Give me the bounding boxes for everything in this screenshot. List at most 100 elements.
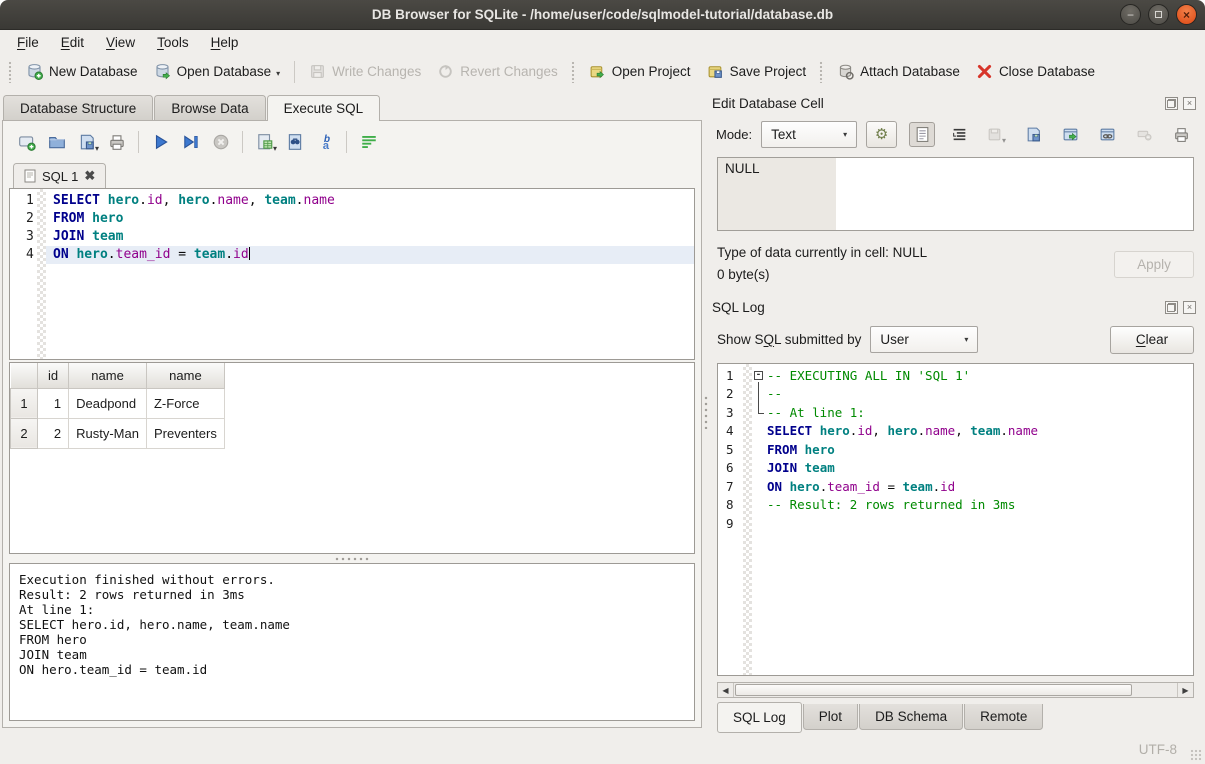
tab-remote[interactable]: Remote (964, 704, 1043, 730)
float-panel-icon[interactable] (1165, 97, 1178, 110)
attach-database-button[interactable]: Attach Database (830, 59, 967, 84)
toolbar-drag-handle[interactable] (8, 61, 13, 83)
cell-team-name[interactable]: Z-Force (146, 388, 224, 418)
find-icon[interactable] (281, 130, 308, 155)
save-data-icon[interactable] (1020, 122, 1046, 147)
execution-message-box[interactable]: Execution finished without errors. Resul… (9, 563, 695, 721)
float-panel-icon[interactable] (1165, 301, 1178, 314)
execute-current-line-icon[interactable] (177, 130, 204, 155)
cell-id[interactable]: 2 (38, 418, 69, 448)
cell-value-editor[interactable]: NULL (717, 157, 1194, 231)
execute-all-icon[interactable] (147, 130, 174, 155)
message-line: ON hero.team_id = team.id (19, 662, 685, 677)
attach-database-icon (837, 63, 854, 80)
minimize-icon[interactable]: − (1120, 4, 1141, 25)
write-changes-icon (309, 63, 326, 80)
editor-code[interactable]: SELECT hero.id, hero.name, team.name FRO… (46, 189, 694, 359)
code-line: FROM hero (46, 210, 694, 228)
toolbar-separator (242, 131, 243, 153)
edit-cell-dock-header: Edit Database Cell × (712, 93, 1196, 113)
tab-db-schema[interactable]: DB Schema (859, 704, 963, 730)
word-wrap-icon[interactable] (355, 130, 382, 155)
tab-plot[interactable]: Plot (803, 704, 858, 730)
print-cell-icon[interactable] (1168, 122, 1194, 147)
close-panel-icon[interactable]: × (1183, 97, 1196, 110)
clear-button[interactable]: Clear (1110, 326, 1194, 354)
scroll-left-icon[interactable]: ◀ (718, 683, 734, 697)
open-database-button[interactable]: Open Database ▾ (147, 59, 288, 84)
horizontal-scrollbar[interactable]: ◀ ▶ (717, 682, 1194, 698)
sql-editor[interactable]: 1 2 3 4 SELECT hero.id, hero.name, team.… (9, 188, 695, 360)
row-header[interactable]: 2 (11, 418, 38, 448)
sql-log-view[interactable]: 1 2 3 4 5 6 7 8 9 --- EXECUTING ALL IN '… (717, 363, 1194, 676)
new-database-button[interactable]: New Database (19, 59, 145, 84)
horizontal-splitter[interactable] (9, 554, 695, 563)
results-grid[interactable]: id name name 1 1 Deadpond Z-Force 2 (9, 362, 695, 554)
menu-edit[interactable]: Edit (52, 32, 93, 53)
column-header-name1[interactable]: name (69, 363, 147, 388)
auto-format-icon[interactable]: ba (311, 130, 338, 155)
toolbar-drag-handle[interactable] (819, 61, 824, 83)
print-icon[interactable] (103, 130, 130, 155)
line-number: 5 (726, 441, 743, 460)
log-line: JOIN team (752, 459, 1193, 478)
execute-sql-pane: ▾ ▾ ba SQL 1 ✖ (2, 120, 702, 728)
open-url-icon[interactable] (1094, 122, 1120, 147)
tab-browse-data[interactable]: Browse Data (154, 95, 265, 120)
cell-edit-area[interactable] (836, 158, 1193, 230)
scrollbar-thumb[interactable] (735, 684, 1132, 696)
main-area: Database Structure Browse Data Execute S… (0, 89, 1205, 734)
open-sql-file-icon[interactable] (43, 130, 70, 155)
tab-execute-sql[interactable]: Execute SQL (267, 95, 381, 121)
column-header-name2[interactable]: name (146, 363, 224, 388)
fold-collapse-icon[interactable]: - (752, 367, 767, 386)
word-wrap-cell-icon[interactable] (946, 122, 972, 147)
menu-file[interactable]: File (8, 32, 48, 53)
cell-hero-name[interactable]: Deadpond (69, 388, 147, 418)
cell-id[interactable]: 1 (38, 388, 69, 418)
log-line-numbers: 1 2 3 4 5 6 7 8 9 (718, 364, 743, 675)
save-results-dropdown-icon[interactable]: ▾ (273, 144, 277, 155)
close-database-button[interactable]: Close Database (969, 59, 1102, 84)
save-sql-dropdown-icon[interactable]: ▾ (95, 144, 99, 155)
save-sql-file-icon[interactable]: ▾ (73, 130, 100, 155)
save-project-button[interactable]: Save Project (700, 59, 814, 84)
filter-select[interactable]: User ▾ (870, 326, 978, 353)
close-tab-icon[interactable]: ✖ (84, 168, 95, 184)
resize-grip[interactable] (1190, 749, 1202, 761)
toolbar-drag-handle[interactable] (571, 61, 576, 83)
close-database-label: Close Database (999, 64, 1095, 79)
table-row[interactable]: 1 1 Deadpond Z-Force (11, 388, 225, 418)
cell-hero-name[interactable]: Rusty-Man (69, 418, 147, 448)
text-mode-icon[interactable] (909, 122, 935, 147)
mode-select[interactable]: Text ▾ (761, 121, 857, 148)
row-header[interactable]: 1 (11, 388, 38, 418)
mode-value: Text (771, 127, 829, 142)
tab-database-structure[interactable]: Database Structure (3, 95, 153, 120)
code-line: JOIN team (46, 228, 694, 246)
line-number: 7 (726, 478, 743, 497)
log-line: SELECT hero.id, hero.name, team.name (752, 422, 1193, 441)
close-panel-icon[interactable]: × (1183, 301, 1196, 314)
cell-team-name[interactable]: Preventers (146, 418, 224, 448)
scroll-right-icon[interactable]: ▶ (1177, 683, 1193, 697)
column-header-id[interactable]: id (38, 363, 69, 388)
results-corner-cell[interactable] (11, 363, 38, 388)
menu-tools[interactable]: Tools (148, 32, 198, 53)
write-changes-button: Write Changes (302, 59, 428, 84)
close-icon[interactable]: × (1176, 4, 1197, 25)
new-sql-tab-icon[interactable] (13, 130, 40, 155)
tab-sql-log[interactable]: SQL Log (717, 702, 802, 733)
cell-null-value: NULL (718, 158, 836, 230)
apply-settings-button[interactable]: ⚙ (866, 121, 897, 148)
table-row[interactable]: 2 2 Rusty-Man Preventers (11, 418, 225, 448)
sql1-tab[interactable]: SQL 1 ✖ (13, 163, 106, 188)
menu-help[interactable]: Help (202, 32, 248, 53)
open-database-dropdown-icon[interactable]: ▾ (276, 69, 280, 80)
results-header-row: id name name (11, 363, 225, 388)
maximize-icon[interactable] (1148, 4, 1169, 25)
save-results-icon[interactable]: ▾ (251, 130, 278, 155)
menu-view[interactable]: View (97, 32, 144, 53)
open-project-button[interactable]: Open Project (582, 59, 698, 84)
export-data-icon[interactable] (1057, 122, 1083, 147)
